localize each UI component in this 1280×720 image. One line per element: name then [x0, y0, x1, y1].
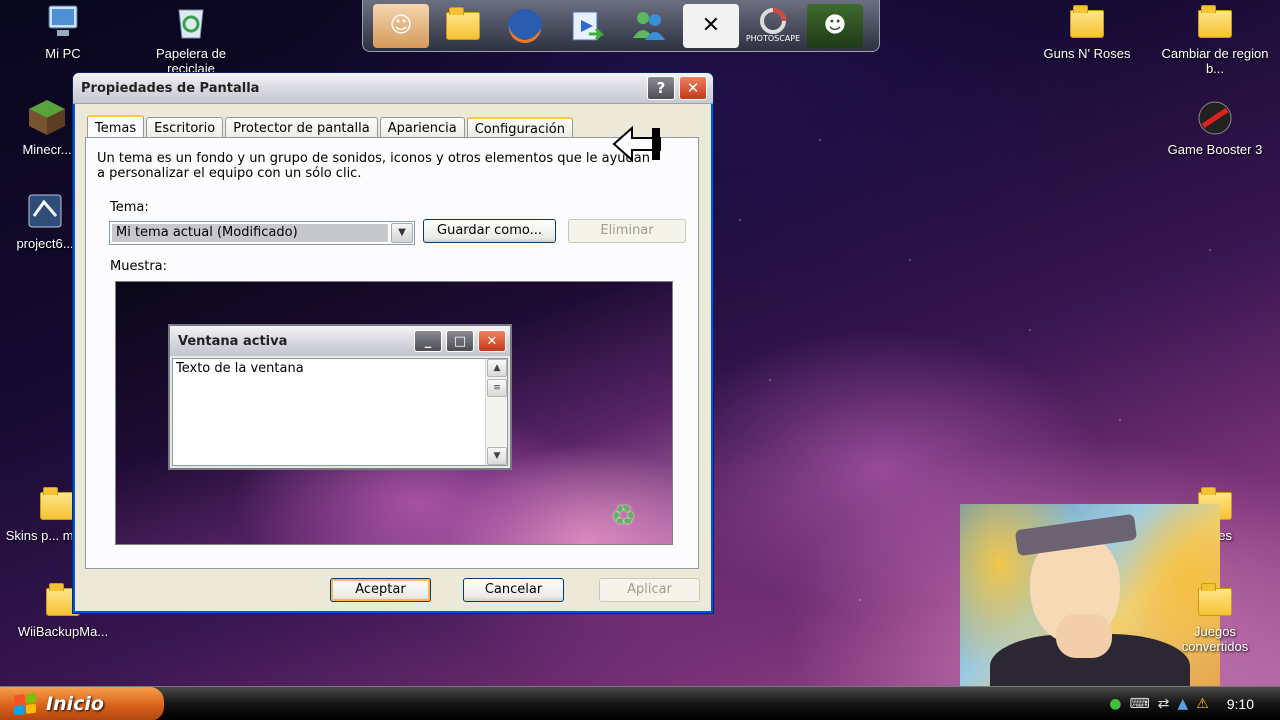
- theme-description: Un tema es un fondo y un grupo de sonido…: [97, 151, 650, 181]
- apply-button[interactable]: Aplicar: [599, 578, 700, 602]
- scroll-down-icon: ▼: [487, 447, 507, 465]
- launcher-dock: ☺ ✕ PHOTOSCAPE ☻: [362, 0, 880, 52]
- desktop-icon-label: Minecr...: [22, 142, 72, 157]
- folder-icon: [40, 487, 74, 520]
- tab-apariencia[interactable]: Apariencia: [379, 117, 465, 139]
- help-button[interactable]: ?: [647, 76, 675, 100]
- system-tray: ● ⌨ ⇄ ▲ ⚠ 9:10: [980, 687, 1280, 720]
- desktop-icon-label: WiiBackupMa...: [17, 624, 109, 639]
- folder-icon[interactable]: [435, 4, 491, 48]
- tab-strip: Temas Escritorio Protector de pantalla A…: [87, 114, 575, 140]
- photoscape-icon[interactable]: PHOTOSCAPE: [745, 4, 801, 48]
- desktop-icon-label: Cambiar de region b...: [1161, 46, 1269, 76]
- preview-window-text: Texto de la ventana: [176, 361, 304, 376]
- minimize-icon: _: [414, 330, 442, 352]
- cancel-button[interactable]: Cancelar: [463, 578, 564, 602]
- mouse-cursor-icon: [612, 125, 661, 163]
- taskbar: Inicio ● ⌨ ⇄ ▲ ⚠ 9:10: [0, 686, 1280, 720]
- tab-protector-pantalla[interactable]: Protector de pantalla: [225, 117, 378, 139]
- photoscape-label: PHOTOSCAPE: [745, 34, 801, 43]
- scroll-thumb: ≡: [487, 379, 507, 397]
- windows-logo-icon: [14, 692, 36, 716]
- desktop-icon-label: Juegos convertidos: [1181, 624, 1249, 654]
- close-button[interactable]: ✕: [679, 76, 707, 100]
- preview-window-title: Ventana activa: [178, 333, 288, 349]
- clock[interactable]: 9:10: [1227, 696, 1254, 712]
- close-icon: ✕: [478, 330, 506, 352]
- preview-window: Ventana activa _ □ ✕ Texto de la ventana…: [168, 324, 512, 470]
- recycle-bin-icon: [178, 9, 204, 39]
- folder-icon: [1070, 5, 1104, 38]
- recycle-bin-icon: ♻: [610, 499, 636, 532]
- dialog-title: Propiedades de Pantalla: [81, 80, 260, 96]
- media-icon[interactable]: [559, 4, 615, 48]
- theme-select-value: Mi tema actual (Modificado): [112, 224, 388, 242]
- preview-titlebar: Ventana activa _ □ ✕: [170, 326, 510, 356]
- xfire-icon[interactable]: ✕: [683, 3, 739, 48]
- maximize-icon: □: [446, 330, 474, 352]
- delete-button[interactable]: Eliminar: [568, 219, 686, 243]
- ok-button[interactable]: Aceptar: [330, 578, 431, 602]
- network-icon[interactable]: ⇄: [1158, 696, 1170, 712]
- save-as-button[interactable]: Guardar como...: [423, 219, 556, 243]
- antivirus-icon[interactable]: ▲: [1177, 696, 1188, 712]
- warning-icon[interactable]: ⚠: [1196, 696, 1209, 712]
- start-label: Inicio: [46, 693, 104, 715]
- desktop-icon-game-booster[interactable]: Game Booster 3: [1160, 100, 1270, 157]
- firefox-icon[interactable]: [497, 4, 553, 48]
- desktop-icon-label: Guns N' Roses: [1043, 46, 1131, 61]
- folder-icon: [1198, 5, 1232, 38]
- desktop-icon-label: Mi PC: [45, 46, 81, 61]
- minecraft-icon: [29, 100, 65, 135]
- start-button[interactable]: Inicio: [0, 687, 164, 720]
- theme-label: Tema:: [110, 200, 149, 215]
- desktop-icon-juegos-convertidos[interactable]: Juegos convertidos: [1160, 583, 1270, 654]
- computer-icon: [48, 5, 78, 36]
- app-icon: [28, 194, 62, 228]
- ogre-icon[interactable]: ☻: [807, 3, 863, 48]
- desktop-icon-guns-n-roses[interactable]: Guns N' Roses: [1032, 5, 1142, 61]
- keyboard-icon[interactable]: ⌨: [1129, 696, 1149, 712]
- utorrent-icon[interactable]: ●: [1109, 696, 1121, 712]
- anime-avatar-icon[interactable]: ☺: [373, 3, 429, 48]
- desktop-icon-label: Game Booster 3: [1167, 142, 1263, 157]
- tab-configuracion[interactable]: Configuración: [466, 117, 573, 139]
- preview-scrollbar: ▲ ≡ ▼: [485, 359, 507, 465]
- desktop-icon-cambiar-region[interactable]: Cambiar de region b...: [1160, 5, 1270, 76]
- dialog-titlebar[interactable]: Propiedades de Pantalla ? ✕: [73, 73, 713, 104]
- tab-escritorio[interactable]: Escritorio: [146, 117, 224, 139]
- theme-select[interactable]: Mi tema actual (Modificado) ▼: [109, 221, 415, 245]
- desktop-icon-label: project6...: [16, 236, 74, 251]
- folder-icon: [1198, 583, 1232, 616]
- desktop-icon-recycle-bin[interactable]: Papelera de reciclaje: [136, 4, 246, 76]
- chevron-down-icon[interactable]: ▼: [391, 223, 413, 243]
- desktop-icon-my-pc[interactable]: Mi PC: [8, 4, 118, 61]
- sample-label: Muestra:: [110, 259, 168, 274]
- scroll-up-icon: ▲: [487, 359, 507, 377]
- preview-window-body: Texto de la ventana ▲ ≡ ▼: [172, 358, 508, 466]
- game-booster-icon: [1198, 101, 1232, 135]
- messenger-icon[interactable]: [621, 4, 677, 48]
- theme-preview: Ventana activa _ □ ✕ Texto de la ventana…: [115, 281, 673, 545]
